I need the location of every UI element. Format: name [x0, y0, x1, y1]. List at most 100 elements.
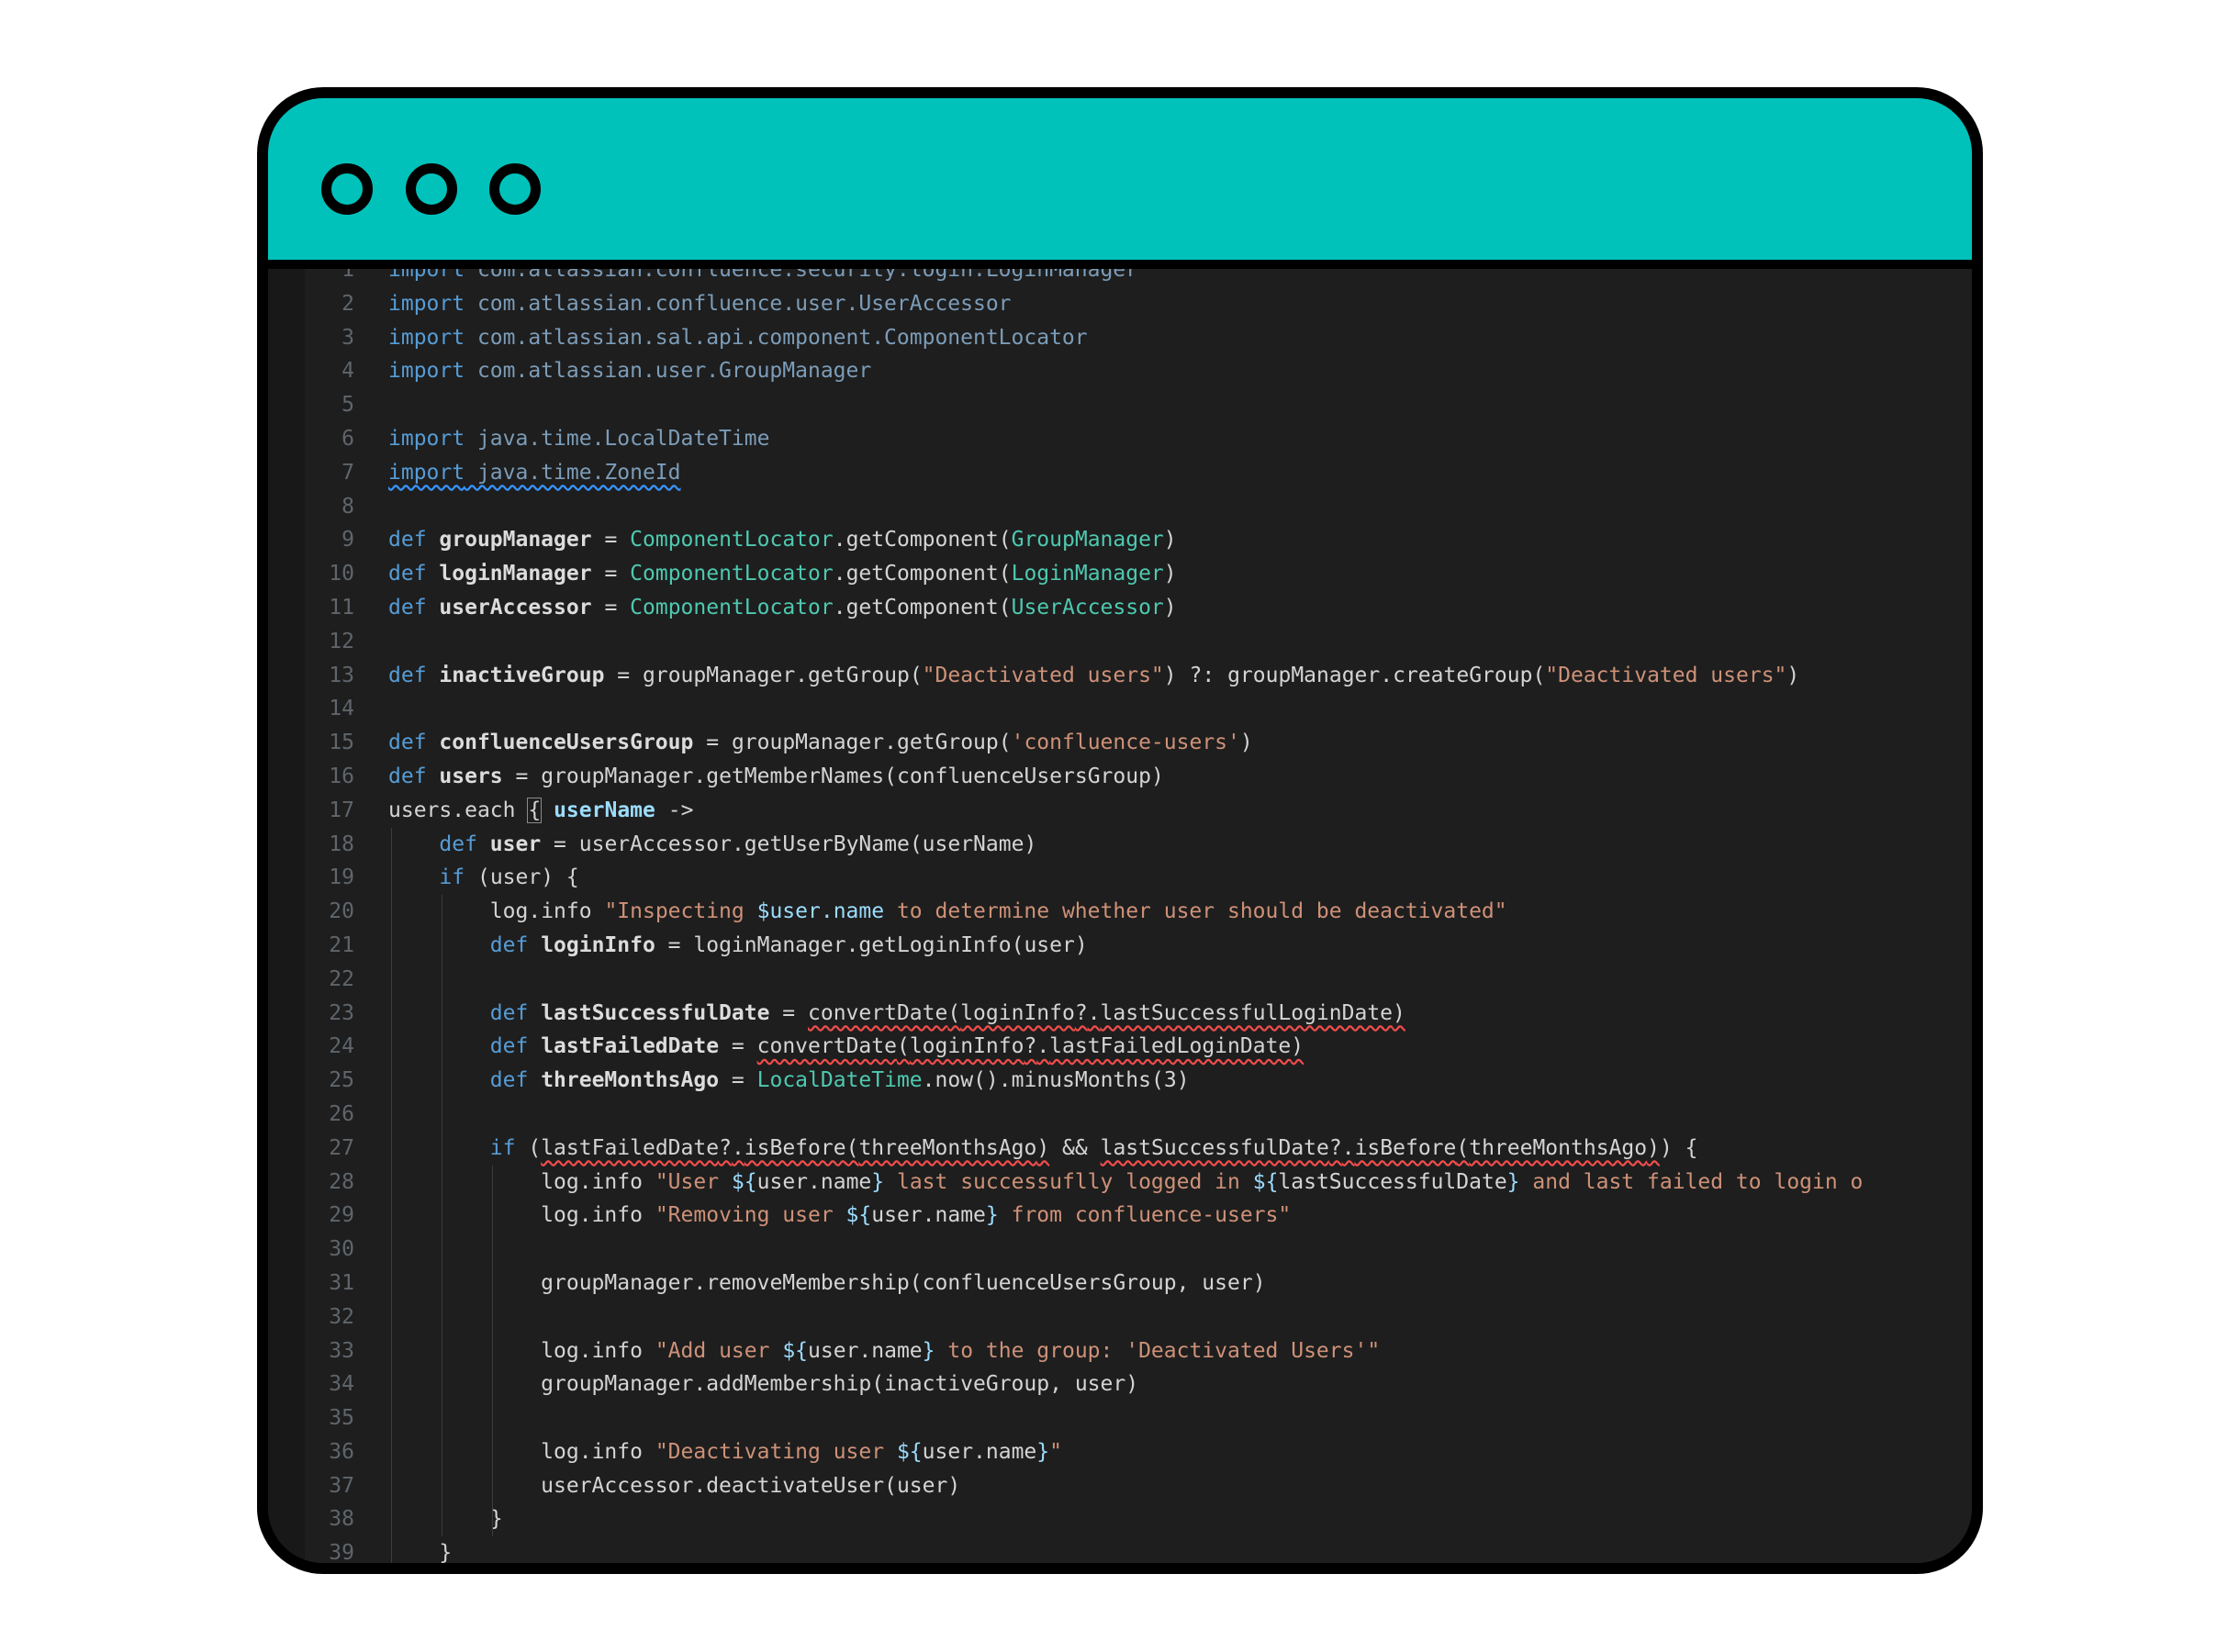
line-number: 20 [329, 899, 354, 924]
line-source: if (lastFailedDate?.isBefore(threeMonths… [489, 1135, 1698, 1160]
line-number: 5 [341, 393, 354, 418]
line-source: def users = groupManager.getMemberNames(… [388, 764, 1164, 788]
line-number: 38 [329, 1507, 354, 1532]
line-number: 34 [329, 1372, 354, 1397]
line-source: def lastFailedDate = convertDate(loginIn… [489, 1034, 1304, 1059]
line-source: } [489, 1507, 503, 1532]
code-line[interactable]: 29 log.info "Removing user ${user.name} … [268, 1199, 1972, 1233]
code-line[interactable]: 38 } [268, 1502, 1972, 1536]
line-number: 6 [341, 426, 354, 451]
line-number: 25 [329, 1068, 354, 1093]
code-line[interactable]: 26 [268, 1098, 1972, 1132]
line-number: 14 [329, 697, 354, 721]
line-number: 4 [341, 359, 354, 384]
code-line[interactable]: 21 def loginInfo = loginManager.getLogin… [268, 929, 1972, 963]
line-number: 30 [329, 1237, 354, 1262]
code-line[interactable]: 6 import java.time.LocalDateTime [268, 422, 1972, 456]
code-line[interactable]: 35 [268, 1401, 1972, 1435]
code-line[interactable]: 28 log.info "User ${user.name} last succ… [268, 1166, 1972, 1200]
line-number: 36 [329, 1439, 354, 1464]
line-number: 32 [329, 1304, 354, 1329]
line-source: log.info "Deactivating user ${user.name}… [541, 1439, 1062, 1464]
code-line[interactable]: 14 [268, 692, 1972, 726]
line-number: 7 [341, 460, 354, 485]
window-titlebar [268, 98, 1972, 269]
line-source: groupManager.addMembership(inactiveGroup… [541, 1372, 1139, 1397]
code-lines[interactable]: 1 import com.atlassian.confluence.securit… [268, 269, 1972, 1563]
line-source: import com.atlassian.user.GroupManager [388, 359, 872, 384]
line-source: def lastSuccessfulDate = convertDate(log… [489, 1000, 1405, 1025]
line-number: 28 [329, 1169, 354, 1194]
code-line[interactable]: 25 def threeMonthsAgo = LocalDateTime.no… [268, 1064, 1972, 1098]
line-number: 37 [329, 1473, 354, 1498]
line-number: 31 [329, 1270, 354, 1295]
line-source: def threeMonthsAgo = LocalDateTime.now()… [489, 1068, 1190, 1093]
code-line[interactable]: 22 [268, 963, 1972, 997]
line-number: 27 [329, 1135, 354, 1160]
code-line[interactable]: 2 import com.atlassian.confluence.user.Us… [268, 287, 1972, 321]
line-number: 21 [329, 932, 354, 957]
code-line[interactable]: 13 def inactiveGroup = groupManager.getGr… [268, 659, 1972, 693]
line-source: def groupManager = ComponentLocator.getC… [388, 528, 1177, 553]
code-line[interactable]: 27 if (lastFailedDate?.isBefore(threeMon… [268, 1132, 1972, 1166]
line-number: 15 [329, 731, 354, 755]
code-line[interactable]: 7 import java.time.ZoneId [268, 456, 1972, 490]
window-dot-icon-1[interactable] [321, 163, 373, 215]
line-number: 12 [329, 629, 354, 653]
line-number: 39 [329, 1541, 354, 1563]
line-number: 33 [329, 1338, 354, 1363]
code-line[interactable]: 39 } [268, 1536, 1972, 1563]
code-line[interactable]: 15 def confluenceUsersGroup = groupManage… [268, 726, 1972, 760]
code-line[interactable]: 17 users.each { userName -> [268, 794, 1972, 828]
code-line[interactable]: 1 import com.atlassian.confluence.securit… [268, 269, 1972, 287]
indent-guide [391, 827, 392, 1563]
code-line[interactable]: 16 def users = groupManager.getMemberName… [268, 760, 1972, 794]
code-line[interactable]: 23 def lastSuccessfulDate = convertDate(… [268, 997, 1972, 1031]
code-line[interactable]: 10 def loginManager = ComponentLocator.ge… [268, 557, 1972, 591]
code-line[interactable]: 8 [268, 490, 1972, 524]
code-line[interactable]: 37 userAccessor.deactivateUser(user) [268, 1469, 1972, 1503]
code-line[interactable]: 33 log.info "Add user ${user.name} to th… [268, 1334, 1972, 1368]
code-line[interactable]: 32 [268, 1300, 1972, 1334]
code-editor[interactable]: 1 import com.atlassian.confluence.securit… [268, 269, 1972, 1563]
code-line[interactable]: 11 def userAccessor = ComponentLocator.ge… [268, 591, 1972, 625]
code-line[interactable]: 30 [268, 1233, 1972, 1267]
code-line[interactable]: 18 def user = userAccessor.getUserByName… [268, 828, 1972, 862]
code-line[interactable]: 4 import com.atlassian.user.GroupManager [268, 354, 1972, 388]
code-line[interactable]: 24 def lastFailedDate = convertDate(logi… [268, 1030, 1972, 1064]
line-source: groupManager.removeMembership(confluence… [541, 1270, 1266, 1295]
code-line[interactable]: 3 import com.atlassian.sal.api.component.… [268, 321, 1972, 355]
line-source: import com.atlassian.confluence.user.Use… [388, 291, 1012, 316]
line-number: 35 [329, 1406, 354, 1431]
line-source: def userAccessor = ComponentLocator.getC… [388, 595, 1177, 620]
line-number: 2 [341, 291, 354, 316]
code-line[interactable]: 31 groupManager.removeMembership(conflue… [268, 1267, 1972, 1300]
line-number: 16 [329, 764, 354, 788]
line-number: 26 [329, 1101, 354, 1126]
window-dot-icon-3[interactable] [489, 163, 541, 215]
line-number: 22 [329, 966, 354, 991]
code-line[interactable]: 5 [268, 388, 1972, 422]
code-line[interactable]: 36 log.info "Deactivating user ${user.na… [268, 1435, 1972, 1469]
indent-guide [492, 1165, 493, 1537]
line-source: log.info "Add user ${user.name} to the g… [541, 1338, 1381, 1363]
line-number: 3 [341, 325, 354, 350]
line-source: log.info "Inspecting $user.name to deter… [489, 899, 1507, 924]
line-number: 8 [341, 494, 354, 519]
code-line[interactable]: 19 if (user) { [268, 861, 1972, 895]
line-source: def user = userAccessor.getUserByName(us… [439, 832, 1037, 856]
line-number: 24 [329, 1034, 354, 1059]
line-source: def loginInfo = loginManager.getLoginInf… [489, 932, 1088, 957]
line-source: import com.atlassian.sal.api.component.C… [388, 325, 1088, 350]
code-line[interactable]: 12 [268, 625, 1972, 659]
line-source: } [439, 1541, 453, 1563]
line-source: def confluenceUsersGroup = groupManager.… [388, 731, 1253, 755]
line-number: 19 [329, 865, 354, 890]
line-number: 13 [329, 663, 354, 687]
line-source: log.info "User ${user.name} last success… [541, 1169, 1864, 1194]
code-line[interactable]: 20 log.info "Inspecting $user.name to de… [268, 895, 1972, 929]
code-line[interactable]: 9 def groupManager = ComponentLocator.get… [268, 523, 1972, 557]
code-line[interactable]: 34 groupManager.addMembership(inactiveGr… [268, 1367, 1972, 1401]
window-dot-icon-2[interactable] [406, 163, 457, 215]
line-source: def inactiveGroup = groupManager.getGrou… [388, 663, 1800, 687]
